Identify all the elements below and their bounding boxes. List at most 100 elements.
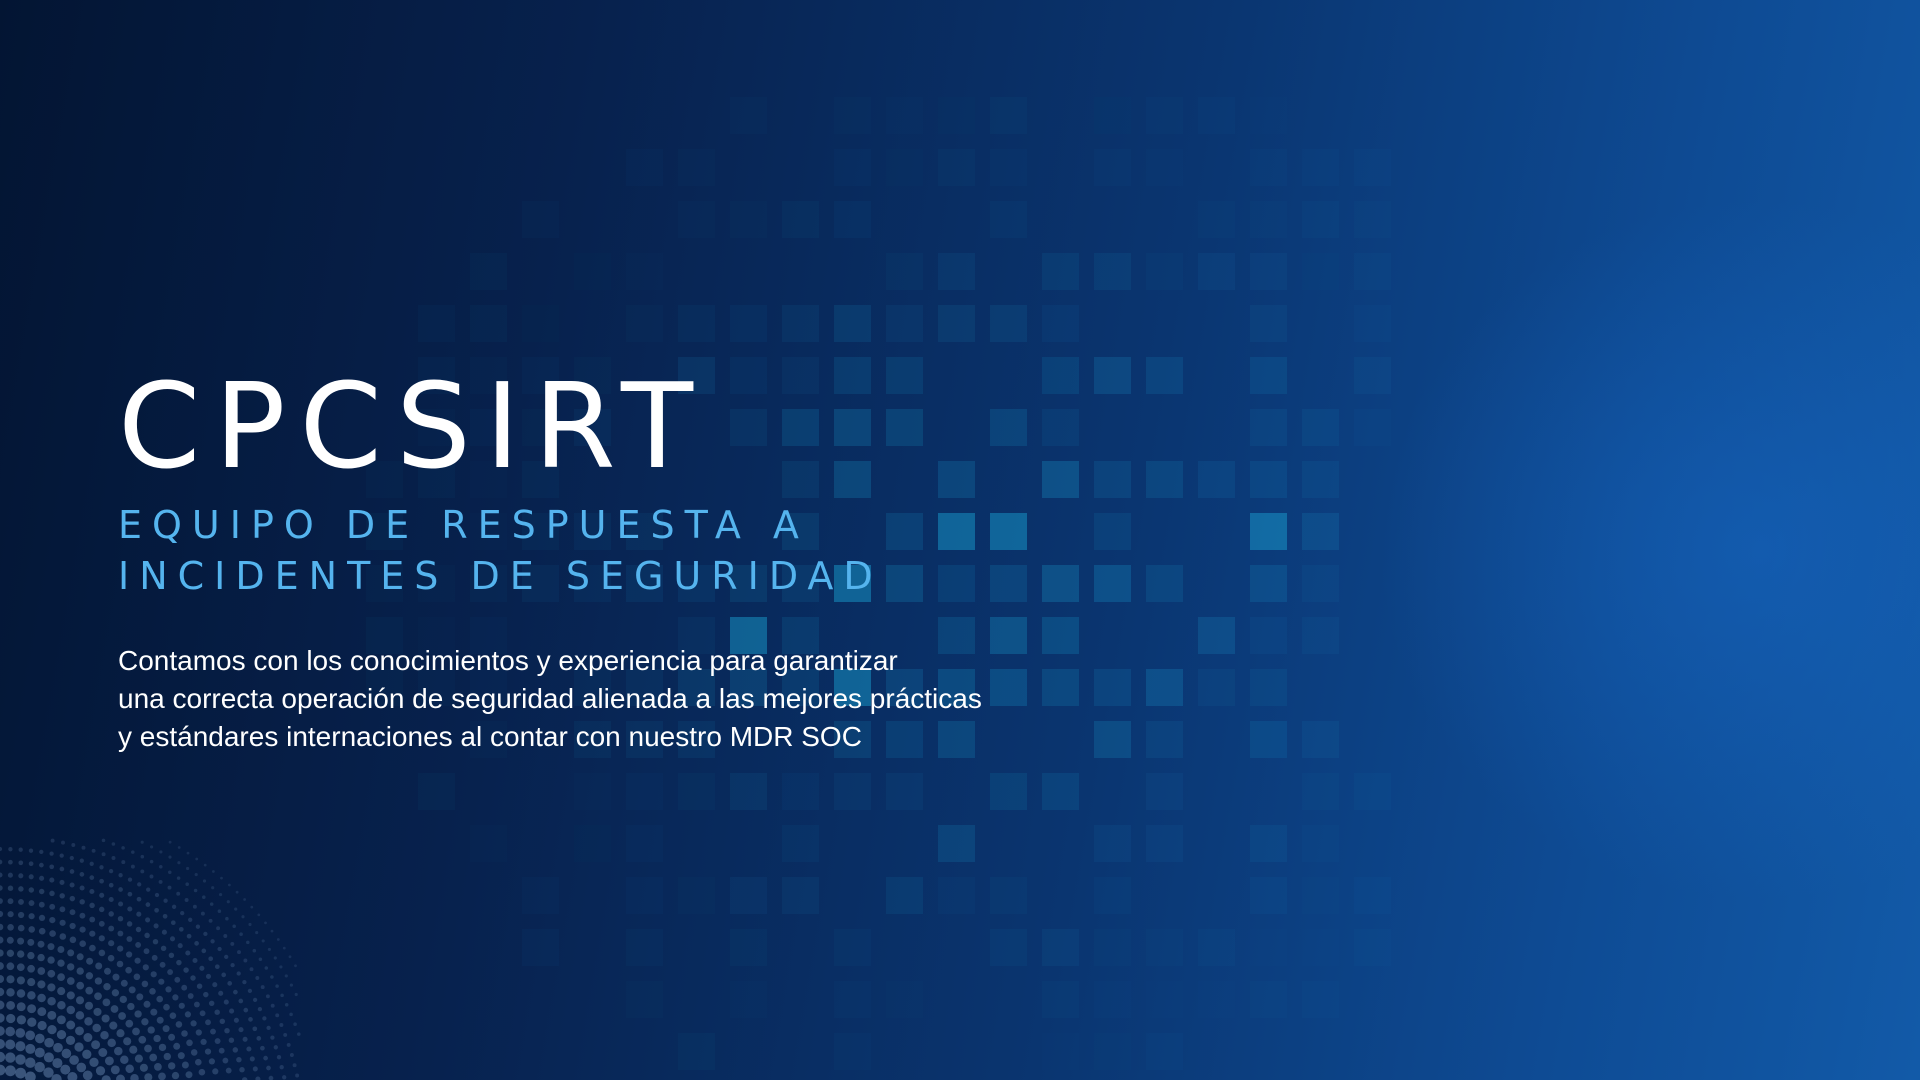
halftone-dot xyxy=(255,931,259,935)
grid-tile xyxy=(470,253,507,290)
halftone-dot xyxy=(237,950,241,955)
grid-tile xyxy=(1354,877,1391,914)
halftone-dot xyxy=(69,855,74,861)
halftone-dot xyxy=(101,1014,110,1023)
halftone-dot xyxy=(136,993,144,1001)
grid-tile xyxy=(990,201,1027,238)
halftone-dot xyxy=(134,1054,143,1063)
halftone-dot xyxy=(238,998,244,1004)
halftone-dot xyxy=(7,924,14,931)
halftone-dot xyxy=(43,1067,54,1078)
halftone-dot xyxy=(284,1003,289,1007)
halftone-dot xyxy=(60,1064,71,1075)
halftone-dot xyxy=(209,902,214,906)
halftone-dot xyxy=(6,962,15,971)
halftone-dot xyxy=(47,956,55,964)
halftone-dot xyxy=(65,1035,76,1046)
halftone-dot xyxy=(108,896,114,903)
halftone-dot xyxy=(211,886,215,890)
halftone-dot xyxy=(242,979,247,985)
halftone-dot xyxy=(212,870,215,873)
halftone-dot xyxy=(5,1039,16,1050)
halftone-dot xyxy=(127,877,133,882)
halftone-dot xyxy=(151,954,158,961)
grid-tile xyxy=(938,149,975,186)
halftone-dot xyxy=(186,1039,193,1047)
halftone-dot xyxy=(28,900,35,907)
halftone-dot xyxy=(219,893,223,897)
grid-tile xyxy=(886,773,923,810)
halftone-dot xyxy=(225,1067,232,1074)
halftone-dot xyxy=(168,840,172,844)
halftone-dot xyxy=(0,885,3,891)
halftone-dot xyxy=(7,872,13,878)
halftone-dot xyxy=(39,849,44,855)
halftone-dot xyxy=(212,1068,219,1075)
halftone-dot xyxy=(69,895,76,902)
halftone-dot xyxy=(194,941,199,946)
grid-tile xyxy=(1250,305,1287,342)
halftone-dot xyxy=(28,913,35,920)
halftone-dot xyxy=(25,1030,36,1041)
grid-tile xyxy=(730,201,767,238)
grid-tile xyxy=(1354,201,1391,238)
grid-tile xyxy=(1250,513,1287,550)
grid-tile xyxy=(1302,253,1339,290)
halftone-dot xyxy=(203,931,208,937)
grid-tile xyxy=(938,825,975,862)
halftone-dot xyxy=(255,976,260,980)
grid-tile xyxy=(1042,773,1079,810)
halftone-dot xyxy=(118,901,124,907)
halftone-dot xyxy=(194,873,198,877)
halftone-dot xyxy=(178,926,184,932)
halftone-dot xyxy=(112,973,120,981)
halftone-dot xyxy=(75,1026,84,1036)
grid-tile xyxy=(1146,825,1183,862)
halftone-dot xyxy=(91,848,96,853)
halftone-dot xyxy=(243,1007,249,1013)
halftone-dot xyxy=(174,976,181,983)
halftone-dot xyxy=(103,983,111,991)
halftone-dot xyxy=(295,1073,300,1078)
description-line: y estándares internaciones al contar con… xyxy=(118,721,862,752)
halftone-dot xyxy=(134,1010,142,1018)
halftone-dot xyxy=(199,1010,206,1017)
grid-tile xyxy=(1250,409,1287,446)
halftone-dot xyxy=(246,1046,252,1052)
halftone-dot xyxy=(185,1071,193,1079)
halftone-dot xyxy=(265,994,270,999)
halftone-dot xyxy=(170,920,176,926)
halftone-dot xyxy=(25,1043,36,1054)
grid-tile xyxy=(1250,97,1287,134)
halftone-dot xyxy=(52,1058,63,1069)
halftone-dot xyxy=(168,1033,176,1041)
grid-tile xyxy=(730,929,767,966)
grid-tile xyxy=(1302,721,1339,758)
halftone-dot xyxy=(57,946,65,953)
halftone-dot xyxy=(232,1047,239,1053)
halftone-dot xyxy=(249,967,254,972)
halftone-dot xyxy=(99,878,104,884)
halftone-dot xyxy=(210,939,215,944)
grid-tile xyxy=(886,253,923,290)
halftone-dot xyxy=(37,980,46,989)
halftone-dot xyxy=(159,865,163,869)
subtitle-line: EQUIPO DE RESPUESTA A xyxy=(118,503,809,547)
grid-tile xyxy=(1094,981,1131,1018)
halftone-dot xyxy=(118,873,123,878)
halftone-dot xyxy=(266,1025,271,1031)
halftone-dot xyxy=(195,857,199,861)
grid-tile xyxy=(1302,565,1339,602)
halftone-dot xyxy=(256,1036,262,1041)
grid-tile xyxy=(1250,461,1287,498)
halftone-dot xyxy=(67,949,75,957)
halftone-dot xyxy=(49,903,56,910)
grid-tile xyxy=(1354,409,1391,446)
halftone-dot xyxy=(34,1047,45,1058)
halftone-dot xyxy=(279,1065,284,1070)
halftone-dot xyxy=(57,973,65,981)
halftone-dot xyxy=(108,868,114,874)
halftone-dot xyxy=(131,850,135,854)
grid-tile xyxy=(1302,877,1339,914)
halftone-dot xyxy=(129,1045,138,1054)
